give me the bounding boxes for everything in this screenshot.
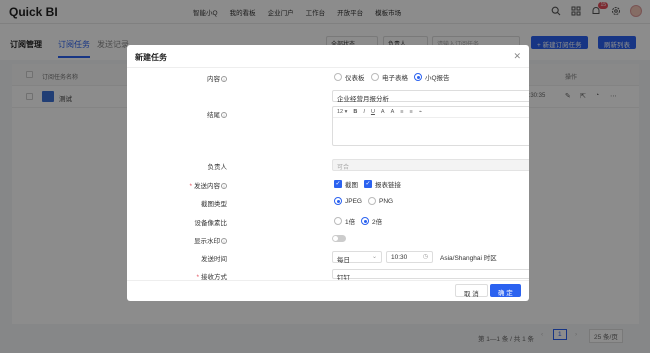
list-button[interactable]: ≡ <box>409 109 412 115</box>
send-content-label: * 发送内容 i <box>127 180 227 190</box>
radio-dashboard[interactable]: 仪表板 <box>334 72 365 82</box>
watermark-label: 显示水印 i <box>127 235 227 245</box>
owner-input: 可合 <box>332 159 529 171</box>
pixel-ratio-label: 设备像素比 <box>194 220 228 227</box>
close-icon[interactable]: ✕ <box>513 51 521 62</box>
owner-label: 负责人 <box>207 164 228 171</box>
checkbox-screenshot[interactable]: ✓ 截图 <box>334 179 358 189</box>
cancel-button[interactable]: 取 消 <box>455 284 488 298</box>
info-icon: i <box>221 183 227 189</box>
ending-label: 结尾 i <box>127 109 227 119</box>
font-color-button[interactable]: A <box>381 109 385 115</box>
radio-2x[interactable]: 2倍 <box>361 216 382 226</box>
underline-button[interactable]: U <box>371 109 375 115</box>
report-select[interactable]: 企业经营月报分析⌄ <box>332 90 529 103</box>
confirm-button[interactable]: 确 定 <box>490 284 521 297</box>
new-task-dialog: 新建任务 ✕ 内容i 仪表板 电子表格 小Q报告 企业经营月报分析⌄ 结尾i 1… <box>127 45 529 301</box>
info-icon: i <box>221 112 227 118</box>
radio-1x[interactable]: 1倍 <box>334 216 355 226</box>
info-icon: i <box>221 238 227 244</box>
content-label: 内容 i <box>127 73 227 83</box>
link-icon[interactable]: ⌁ <box>419 109 422 115</box>
frequency-select[interactable]: 每日 ⌄ <box>332 251 382 264</box>
image-type-label: 截图类型 <box>201 201 227 208</box>
info-icon: i <box>221 76 227 82</box>
background-color-button[interactable]: A <box>391 109 395 115</box>
editor-toolbar: 12 ▾ B I U A A ≡ ≡ ⌁ <box>333 107 529 118</box>
radio-jpeg[interactable]: JPEG <box>334 197 362 205</box>
align-button[interactable]: ≡ <box>400 109 403 115</box>
timezone-text: Asia/Shanghai 时区 <box>440 255 497 262</box>
watermark-toggle[interactable] <box>332 235 346 242</box>
bold-button[interactable]: B <box>353 109 357 115</box>
radio-png[interactable]: PNG <box>368 197 393 205</box>
chevron-down-icon: ⌄ <box>371 254 377 260</box>
receive-method-select[interactable]: 钉钉⌄ <box>332 269 529 282</box>
italic-button[interactable]: I <box>363 109 365 115</box>
time-picker[interactable]: 10:30 ◷ <box>386 251 433 263</box>
ending-editor[interactable]: 12 ▾ B I U A A ≡ ≡ ⌁ <box>332 106 529 146</box>
divider <box>127 67 529 68</box>
divider <box>127 280 529 281</box>
clock-icon: ◷ <box>422 254 428 260</box>
font-size-select[interactable]: 12 ▾ <box>337 109 347 115</box>
radio-spreadsheet[interactable]: 电子表格 <box>371 72 408 82</box>
send-time-label: 发送时间 <box>201 256 227 263</box>
checkbox-report-link[interactable]: ✓ 报表链接 <box>364 179 401 189</box>
dialog-title: 新建任务 <box>135 53 167 62</box>
radio-smart-q-report[interactable]: 小Q报告 <box>414 72 450 82</box>
